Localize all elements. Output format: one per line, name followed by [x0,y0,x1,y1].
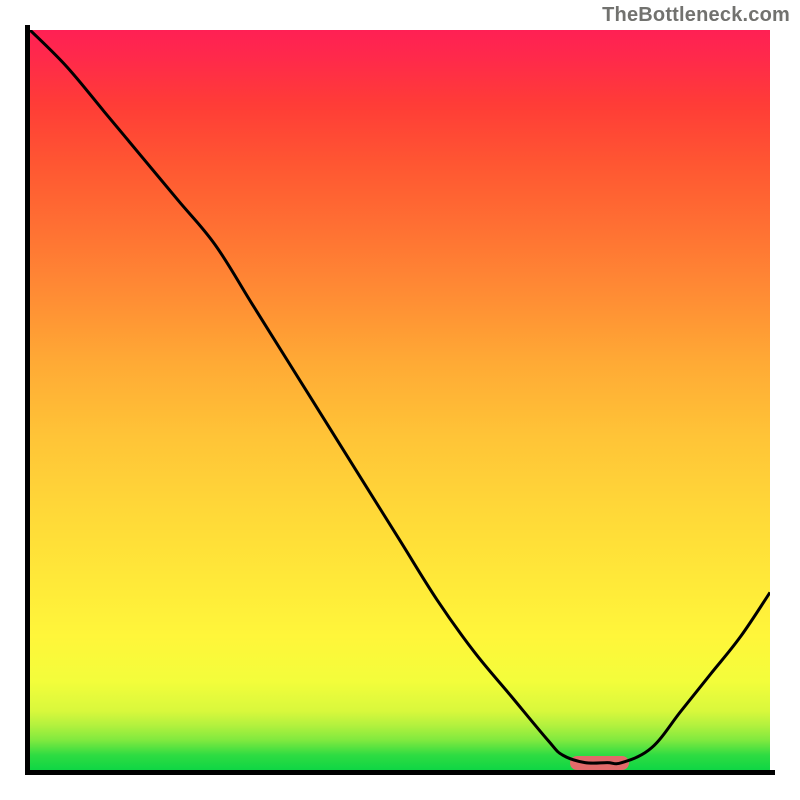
watermark-text: TheBottleneck.com [602,4,790,27]
x-axis [25,770,775,775]
chart-container: TheBottleneck.com [0,0,800,800]
curve-path [30,30,770,764]
bottleneck-curve [30,30,770,770]
